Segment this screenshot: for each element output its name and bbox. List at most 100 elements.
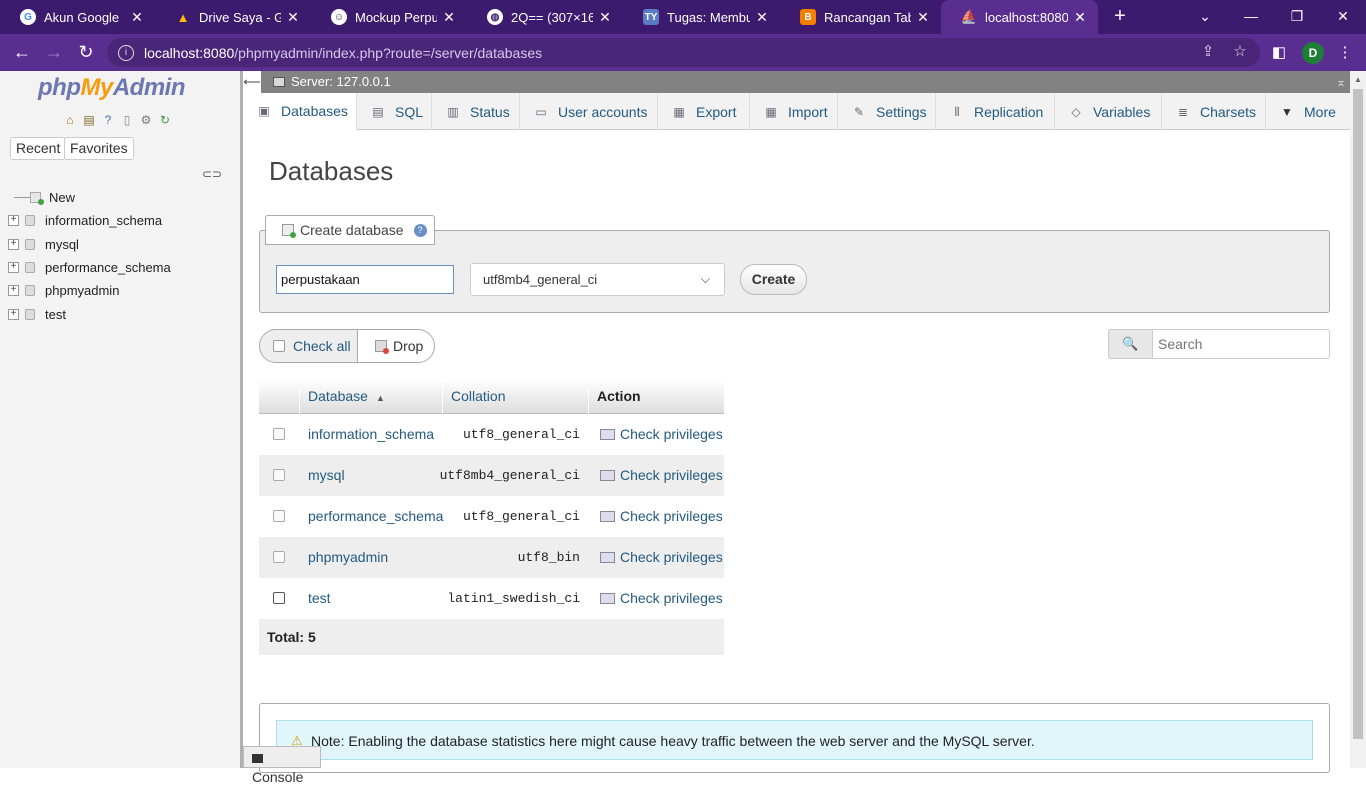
tab-replication[interactable]: ⫴ Replication	[936, 93, 1055, 130]
tab-user-accounts[interactable]: ▭ User accounts	[520, 93, 658, 130]
database-name-link[interactable]: test	[308, 578, 331, 619]
close-tab-icon[interactable]: ✕	[281, 9, 305, 26]
tab-status[interactable]: ▥ Status	[432, 93, 520, 130]
search-input[interactable]	[1152, 329, 1330, 359]
tree-item-new[interactable]: New	[8, 186, 171, 209]
browser-tab[interactable]: ◍ 2Q== (307×164) ✕	[467, 0, 623, 34]
tab-databases[interactable]: ▣ Databases	[243, 93, 357, 130]
link-with-main-icon[interactable]: ⊂⊃	[202, 167, 222, 181]
table-row: performance_schema utf8_general_ci Check…	[259, 496, 724, 537]
tree-item-database[interactable]: + phpmyadmin	[8, 279, 171, 302]
reload-nav-icon[interactable]: ↻	[157, 112, 173, 128]
create-button[interactable]: Create	[740, 264, 807, 295]
site-info-icon[interactable]: i	[118, 44, 134, 61]
search-box: 🔍	[1108, 329, 1330, 359]
browser-tab[interactable]: ☺ Mockup Perpus ✕	[311, 0, 467, 34]
browser-tab[interactable]: B Rancangan Tabel ✕	[780, 0, 941, 34]
page-scrollbar[interactable]: ▲	[1350, 71, 1366, 768]
expand-icon[interactable]: +	[8, 308, 19, 320]
tab-import[interactable]: ▦ Import	[750, 93, 838, 130]
collation-select[interactable]: utf8mb4_general_ci ⌵	[470, 263, 725, 296]
globe-icon: ◍	[487, 9, 503, 25]
collapse-top-icon[interactable]: ⌅	[1336, 71, 1346, 93]
bookmark-star-icon[interactable]: ☆	[1230, 42, 1250, 62]
database-name-input[interactable]	[276, 265, 454, 294]
help-icon[interactable]: ?	[413, 223, 427, 237]
check-privileges-link[interactable]: Check privileges	[620, 578, 723, 619]
privileges-icon	[600, 429, 615, 440]
check-all-checkbox[interactable]	[273, 340, 285, 352]
minimize-button[interactable]: —	[1228, 0, 1274, 34]
kebab-menu-icon[interactable]: ⋮	[1334, 42, 1356, 64]
tree-item-database[interactable]: + mysql	[8, 233, 171, 256]
reload-button[interactable]: ↻	[74, 40, 98, 64]
expand-icon[interactable]: +	[8, 262, 19, 274]
close-tab-icon[interactable]: ✕	[750, 9, 774, 26]
logout-icon[interactable]: ▤	[81, 112, 97, 128]
panel-resizer[interactable]	[240, 71, 243, 768]
phpmyadmin-logo[interactable]: phpMyAdmin	[38, 74, 186, 102]
row-checkbox[interactable]	[273, 592, 285, 604]
tree-label: test	[45, 306, 66, 322]
tree-item-database[interactable]: + information_schema	[8, 209, 171, 232]
header-database[interactable]: Database ▲	[299, 380, 442, 414]
tab-export[interactable]: ▦ Export	[658, 93, 750, 130]
restore-button[interactable]: ❐	[1274, 0, 1320, 34]
tab-charsets[interactable]: ≣ Charsets	[1162, 93, 1266, 130]
browser-tab[interactable]: G Akun Google ✕	[0, 0, 155, 34]
browser-tab[interactable]: TY Tugas: Membuat ✕	[623, 0, 780, 34]
database-name-link[interactable]: information_schema	[308, 414, 434, 455]
profile-avatar[interactable]: D	[1302, 42, 1324, 64]
close-tab-icon[interactable]: ✕	[125, 9, 149, 26]
collapse-nav-icon[interactable]: ⟵	[243, 71, 261, 93]
row-checkbox[interactable]	[273, 510, 285, 522]
database-name-link[interactable]: phpmyadmin	[308, 537, 388, 578]
row-checkbox[interactable]	[273, 469, 285, 481]
expand-icon[interactable]: +	[8, 238, 19, 250]
privileges-icon	[600, 511, 615, 522]
close-tab-icon[interactable]: ✕	[1068, 9, 1092, 26]
check-privileges-link[interactable]: Check privileges	[620, 414, 723, 455]
docs-icon[interactable]: ▯	[119, 112, 135, 128]
back-button[interactable]: ←	[10, 40, 34, 64]
share-icon[interactable]: ⇪	[1198, 42, 1218, 62]
database-name-link[interactable]: performance_schema	[308, 496, 443, 537]
close-tab-icon[interactable]: ✕	[593, 9, 617, 26]
forward-button[interactable]: →	[42, 40, 66, 64]
tab-variables[interactable]: ◇ Variables	[1055, 93, 1162, 130]
close-tab-icon[interactable]: ✕	[911, 9, 935, 26]
favorites-tab[interactable]: Favorites	[64, 137, 134, 160]
new-tab-button[interactable]: +	[1108, 5, 1132, 29]
expand-icon[interactable]: +	[8, 285, 19, 297]
close-window-button[interactable]: ✕	[1320, 0, 1366, 34]
help-icon[interactable]: ?	[100, 112, 116, 128]
gear-icon[interactable]: ⚙	[138, 112, 154, 128]
browser-tab-active[interactable]: ⛵ localhost:8080 / ✕	[941, 0, 1098, 34]
console-toggle[interactable]: Console	[243, 746, 321, 785]
tab-settings[interactable]: ✎ Settings	[838, 93, 936, 130]
home-icon[interactable]: ⌂	[62, 112, 78, 128]
recent-tab[interactable]: Recent	[10, 137, 67, 160]
row-checkbox[interactable]	[273, 428, 285, 440]
server-link[interactable]: Server: 127.0.0.1	[291, 71, 391, 93]
expand-icon[interactable]: +	[8, 215, 19, 227]
tab-search-icon[interactable]: ⌄	[1182, 0, 1228, 34]
check-privileges-link[interactable]: Check privileges	[620, 455, 723, 496]
check-all-control[interactable]: Check all	[259, 329, 359, 363]
database-name-link[interactable]: mysql	[308, 455, 345, 496]
tree-item-database[interactable]: + test	[8, 302, 171, 325]
scroll-up-icon[interactable]: ▲	[1354, 75, 1362, 84]
drop-button[interactable]: Drop	[357, 329, 435, 363]
url-bar[interactable]: i localhost:8080/phpmyadmin/index.php?ro…	[107, 38, 1260, 67]
side-panel-icon[interactable]: ◧	[1268, 42, 1290, 64]
close-tab-icon[interactable]: ✕	[437, 9, 461, 26]
tab-sql[interactable]: ▤ SQL	[357, 93, 432, 130]
check-privileges-link[interactable]: Check privileges	[620, 537, 723, 578]
header-collation[interactable]: Collation	[442, 380, 588, 414]
browser-tab[interactable]: ▲ Drive Saya - Goo ✕	[155, 0, 311, 34]
tree-item-database[interactable]: + performance_schema	[8, 256, 171, 279]
check-privileges-link[interactable]: Check privileges	[620, 496, 723, 537]
row-checkbox[interactable]	[273, 551, 285, 563]
tab-more[interactable]: ▼ More	[1266, 93, 1350, 130]
scrollbar-thumb[interactable]	[1353, 89, 1363, 739]
